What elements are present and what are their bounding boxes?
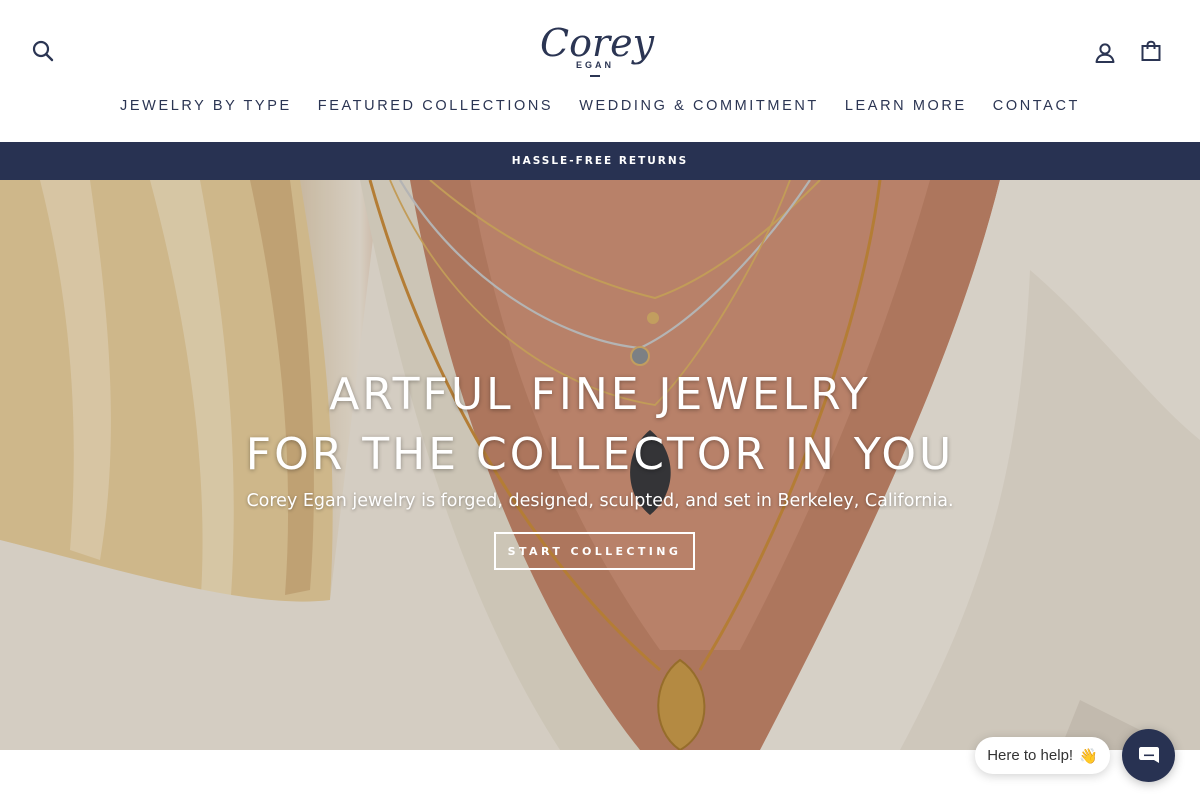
nav-item-featured-collections[interactable]: FEATURED COLLECTIONS xyxy=(305,96,566,118)
site-header: Corey EGAN JEWELRY BY TYPE FEATURED COLL… xyxy=(0,0,1200,141)
hero-banner: ARTFUL FINE JEWELRY FOR THE COLLECTOR IN… xyxy=(0,180,1200,750)
account-icon xyxy=(1095,43,1115,63)
chat-launcher-button[interactable] xyxy=(1122,729,1175,782)
start-collecting-button[interactable]: START COLLECTING xyxy=(494,532,695,570)
waving-hand-icon: 👋 xyxy=(1079,746,1098,765)
nav-item-learn-more[interactable]: LEARN MORE xyxy=(832,96,980,118)
nav-item-jewelry-by-type[interactable]: JEWELRY BY TYPE xyxy=(107,96,305,118)
logo-subtext: EGAN xyxy=(575,60,614,70)
announcement-text[interactable]: HASSLE-FREE RETURNS xyxy=(512,155,688,167)
search-button[interactable] xyxy=(28,36,58,66)
hero-title-line2: FOR THE COLLECTOR IN YOU xyxy=(245,429,955,480)
announcement-bar: HASSLE-FREE RETURNS xyxy=(0,142,1200,180)
site-logo[interactable]: Corey EGAN xyxy=(540,18,654,84)
hero-title-line1: ARTFUL FINE JEWELRY xyxy=(329,369,871,420)
main-nav: JEWELRY BY TYPE FEATURED COLLECTIONS WED… xyxy=(0,96,1200,118)
cart-icon xyxy=(1141,40,1161,61)
hero-subtitle: Corey Egan jewelry is forged, designed, … xyxy=(246,491,954,511)
logo-rule xyxy=(590,75,600,77)
search-icon xyxy=(32,40,54,62)
chat-greeting-bubble[interactable]: Here to help! 👋 xyxy=(975,737,1110,774)
cart-button[interactable] xyxy=(1136,36,1166,66)
nav-item-contact[interactable]: CONTACT xyxy=(980,96,1093,118)
chat-icon xyxy=(1138,746,1159,763)
nav-item-wedding-commitment[interactable]: WEDDING & COMMITMENT xyxy=(566,96,832,118)
chat-greeting-text: Here to help! xyxy=(987,747,1074,764)
account-button[interactable] xyxy=(1090,38,1120,68)
